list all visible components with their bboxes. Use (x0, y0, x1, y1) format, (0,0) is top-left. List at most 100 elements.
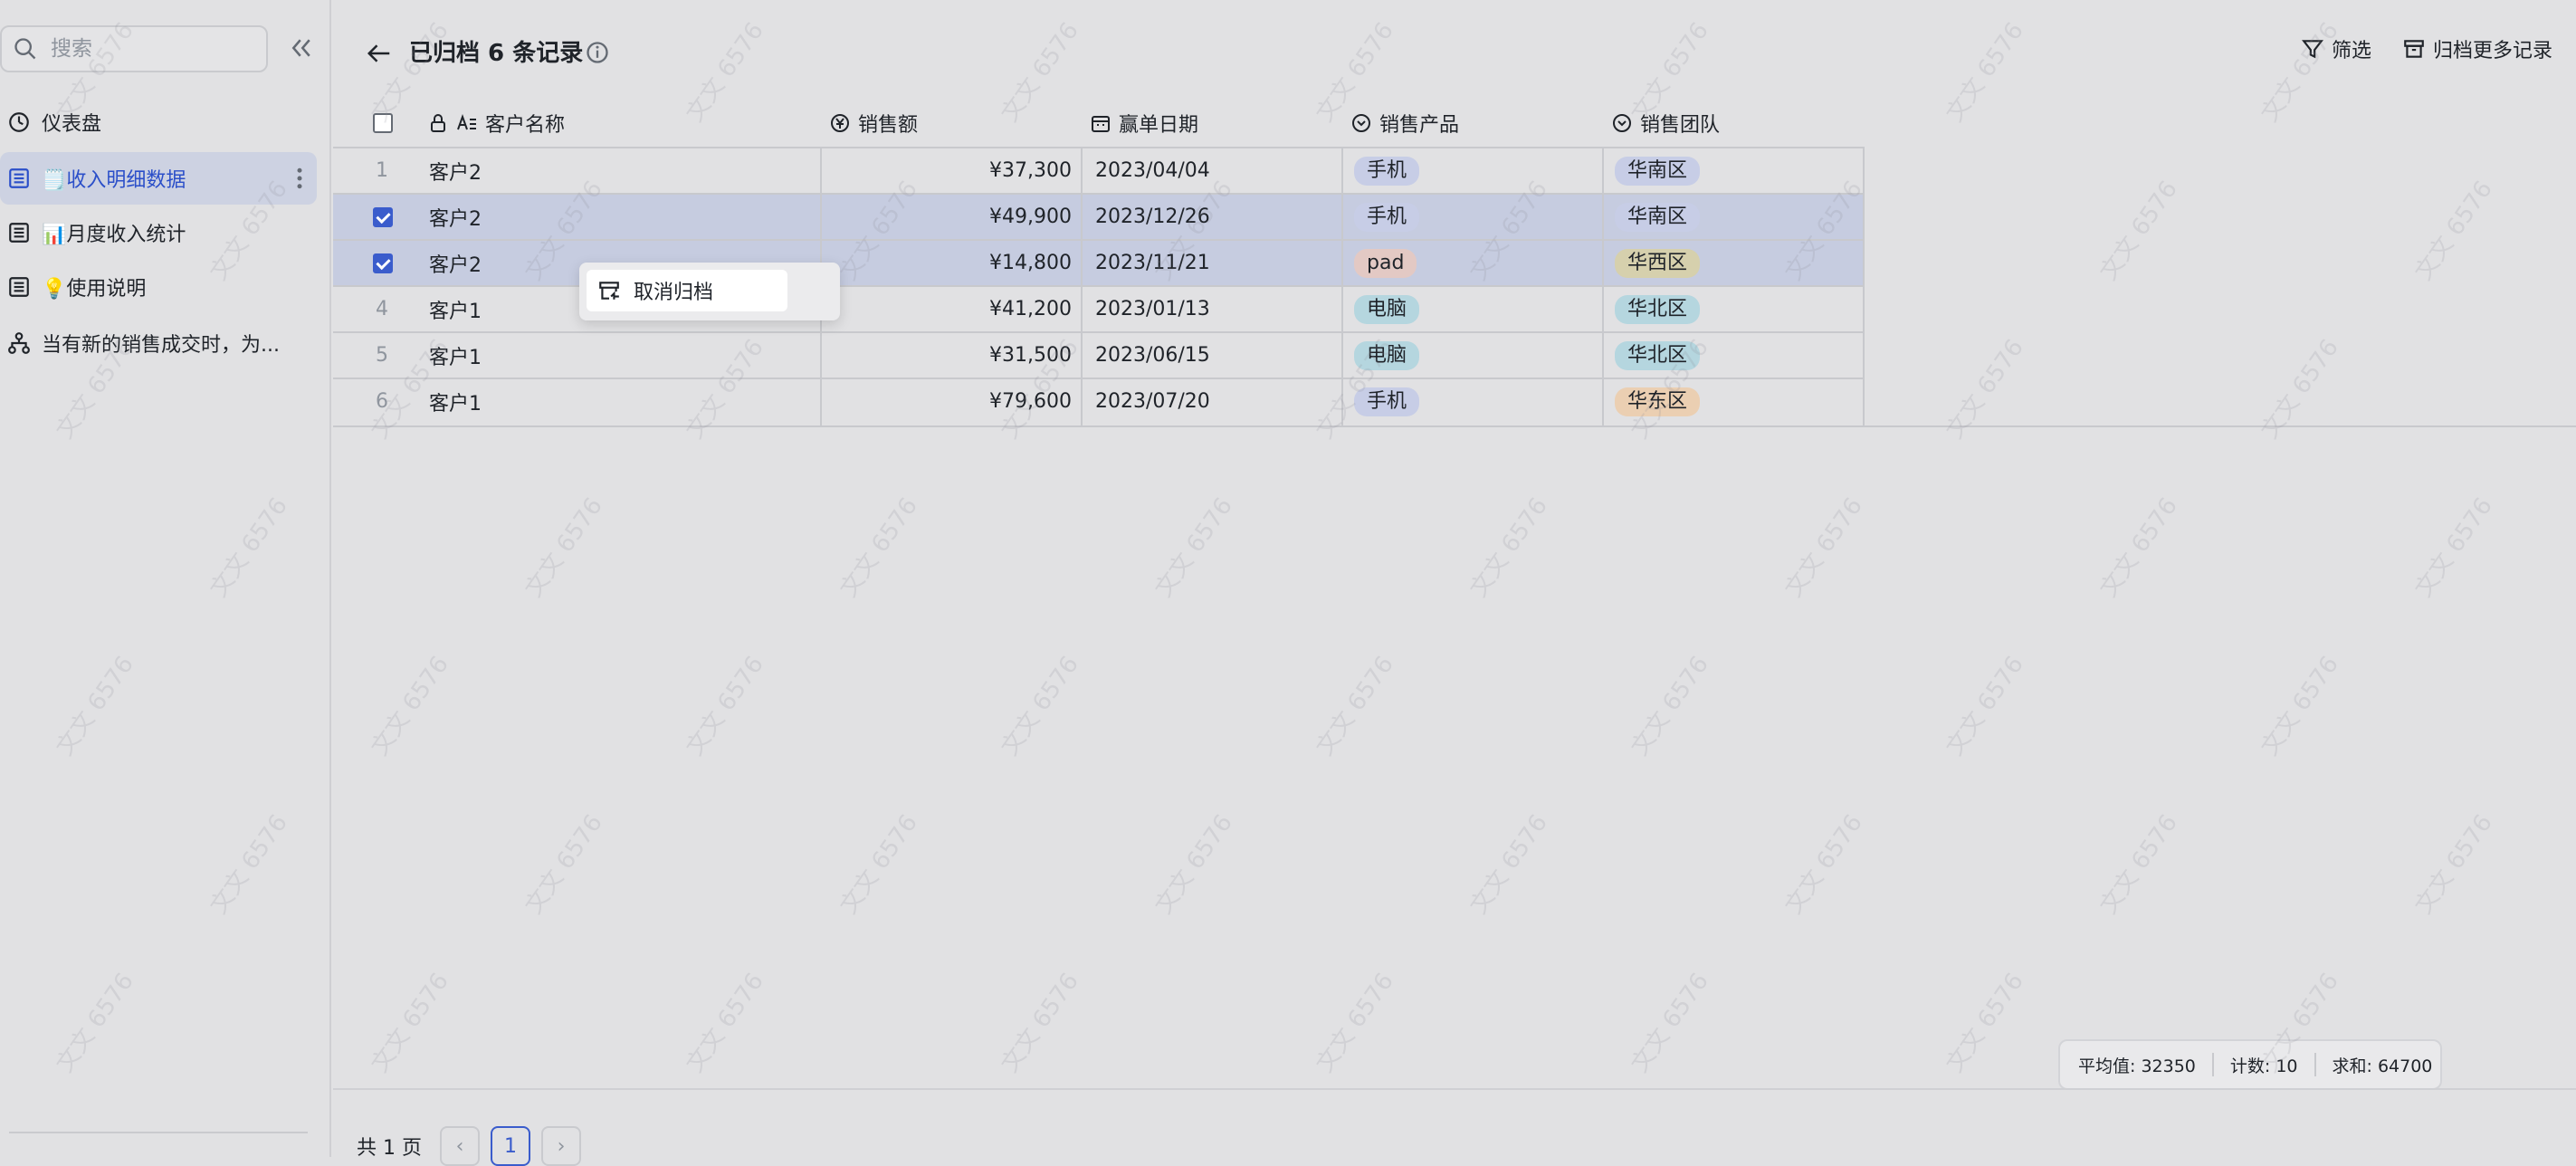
watermark-text: 文文 6576 (1626, 968, 1714, 1078)
more-options-icon[interactable] (295, 165, 304, 192)
cell-product[interactable]: 手机 (1354, 148, 1420, 193)
row-checkbox-cell[interactable] (373, 195, 393, 239)
cell-date[interactable]: 2023/07/20 (1095, 379, 1210, 424)
watermark-text: 文文 6576 (1779, 809, 1868, 920)
unarchive-icon (599, 282, 619, 300)
cell-date[interactable]: 2023/01/13 (1095, 287, 1210, 331)
cell-amount[interactable]: ¥49,900 (822, 195, 1072, 239)
column-header-label: 赢单日期 (1119, 114, 1199, 137)
table-row[interactable]: 4 客户1 ¥41,200 2023/01/13 电脑 华北区 (333, 285, 1865, 331)
sidebar-item-revenue-detail[interactable]: 🗒️收入明细数据 (0, 152, 317, 205)
table-icon (9, 277, 29, 297)
table-row[interactable]: 6 客户1 ¥79,600 2023/07/20 手机 华东区 (333, 378, 1865, 424)
watermark-text: 文文 6576 (366, 968, 454, 1078)
column-header-date[interactable]: 赢单日期 (1090, 100, 1198, 147)
filter-button[interactable]: 筛选 (2301, 34, 2371, 63)
team-tag: 华北区 (1615, 294, 1701, 324)
row-number: 1 (376, 159, 388, 182)
cell-amount[interactable]: ¥14,800 (822, 241, 1072, 285)
watermark-text: 文文 6576 (2094, 176, 2183, 286)
cell-team[interactable]: 华西区 (1615, 241, 1701, 285)
next-page-button[interactable]: › (540, 1126, 581, 1166)
watermark-text: 文文 6576 (1150, 809, 1238, 920)
watermark-text: 文文 6576 (2256, 17, 2344, 128)
table-row[interactable]: 客户2 ¥14,800 2023/11/21 pad 华西区 (333, 239, 1865, 285)
collapse-sidebar-icon[interactable] (288, 34, 315, 62)
stat-divider (2211, 1053, 2214, 1076)
cell-amount[interactable]: ¥31,500 (822, 333, 1072, 378)
row-checkbox-cell[interactable] (373, 241, 393, 285)
unarchive-menu-item[interactable]: 取消归档 (587, 270, 787, 311)
chevron-right-icon: › (557, 1134, 566, 1158)
column-header-product[interactable]: 销售产品 (1350, 100, 1459, 147)
watermark-text: 文文 6576 (1465, 492, 1553, 603)
prev-page-button[interactable]: ‹ (439, 1126, 480, 1166)
column-header-amount[interactable]: 销售额 (829, 100, 918, 147)
sidebar-item-label: 💡使用说明 (42, 278, 147, 301)
product-tag: 手机 (1354, 202, 1420, 232)
team-tag: 华西区 (1615, 248, 1701, 278)
column-header-team[interactable]: 销售团队 (1611, 100, 1720, 147)
column-header-label: 销售团队 (1640, 114, 1721, 137)
watermark-text: 文文 6576 (2256, 334, 2344, 444)
row-number: 4 (376, 298, 388, 320)
watermark-text: 文文 6576 (996, 17, 1084, 128)
column-divider (1341, 147, 1343, 425)
team-tag: 华南区 (1615, 202, 1701, 232)
watermark-text: 文文 6576 (1465, 809, 1553, 920)
cell-customer[interactable]: 客户1 (429, 287, 482, 331)
cell-team[interactable]: 华南区 (1615, 195, 1701, 239)
sidebar-item-workflow[interactable]: 当有新的销售成交时，为... (0, 317, 317, 369)
dashboard-icon (9, 112, 29, 132)
table-row[interactable]: 1 客户2 ¥37,300 2023/04/04 手机 华南区 (333, 147, 1865, 193)
sidebar-item-label: 仪表盘 (42, 113, 102, 136)
cell-product[interactable]: 电脑 (1354, 333, 1420, 378)
product-tag: 手机 (1354, 156, 1420, 186)
page-button-current[interactable]: 1 (490, 1126, 530, 1166)
cell-customer[interactable]: 客户2 (429, 241, 482, 285)
cell-product[interactable]: 手机 (1354, 195, 1420, 239)
cell-product[interactable]: 电脑 (1354, 287, 1420, 331)
back-arrow-icon[interactable] (364, 40, 395, 67)
table-row[interactable]: 5 客户1 ¥31,500 2023/06/15 电脑 华北区 (333, 331, 1865, 378)
workflow-icon (8, 332, 30, 354)
search-input[interactable] (49, 36, 252, 62)
cell-team[interactable]: 华东区 (1615, 379, 1701, 424)
cell-customer[interactable]: 客户2 (429, 195, 482, 239)
sidebar-item-instructions[interactable]: 💡使用说明 (0, 261, 317, 313)
watermark-text: 文文 6576 (835, 809, 923, 920)
cell-customer[interactable]: 客户1 (429, 379, 482, 424)
cell-date[interactable]: 2023/06/15 (1095, 333, 1210, 378)
row-checkbox[interactable] (373, 253, 393, 273)
column-header-customer[interactable]: 客户名称 (427, 100, 565, 147)
table-row[interactable]: 客户2 ¥49,900 2023/12/26 手机 华南区 (333, 193, 1865, 239)
cell-date[interactable]: 2023/04/04 (1095, 148, 1210, 193)
team-tag: 华北区 (1615, 340, 1701, 370)
sidebar-divider (9, 1132, 308, 1133)
cell-date[interactable]: 2023/11/21 (1095, 241, 1210, 285)
unarchive-label: 取消归档 (634, 282, 714, 304)
sidebar-item-dashboard[interactable]: 仪表盘 (0, 96, 317, 148)
search-box[interactable] (0, 25, 268, 72)
watermark-text: 文文 6576 (2094, 809, 2183, 920)
row-checkbox[interactable] (373, 206, 393, 227)
cell-customer[interactable]: 客户2 (429, 148, 482, 193)
cell-team[interactable]: 华南区 (1615, 148, 1701, 193)
calendar-icon (1092, 116, 1110, 132)
cell-customer[interactable]: 客户1 (429, 333, 482, 378)
cell-amount[interactable]: ¥79,600 (822, 379, 1072, 424)
cell-amount[interactable]: ¥41,200 (822, 287, 1072, 331)
cell-product[interactable]: 手机 (1354, 379, 1420, 424)
cell-amount[interactable]: ¥37,300 (822, 148, 1072, 193)
info-icon[interactable] (585, 40, 610, 65)
stat-average: 平均值: 32350 (2078, 1056, 2196, 1076)
cell-team[interactable]: 华北区 (1615, 287, 1701, 331)
sidebar-item-monthly-stats[interactable]: 📊月度收入统计 (0, 206, 317, 259)
archive-more-button[interactable]: 归档更多记录 (2402, 34, 2552, 63)
select-all-checkbox[interactable] (373, 113, 393, 133)
cell-product[interactable]: pad (1354, 241, 1417, 285)
cell-date[interactable]: 2023/12/26 (1095, 195, 1210, 239)
select-all-checkbox-cell[interactable] (373, 100, 393, 147)
currency-icon (831, 114, 849, 132)
cell-team[interactable]: 华北区 (1615, 333, 1701, 378)
